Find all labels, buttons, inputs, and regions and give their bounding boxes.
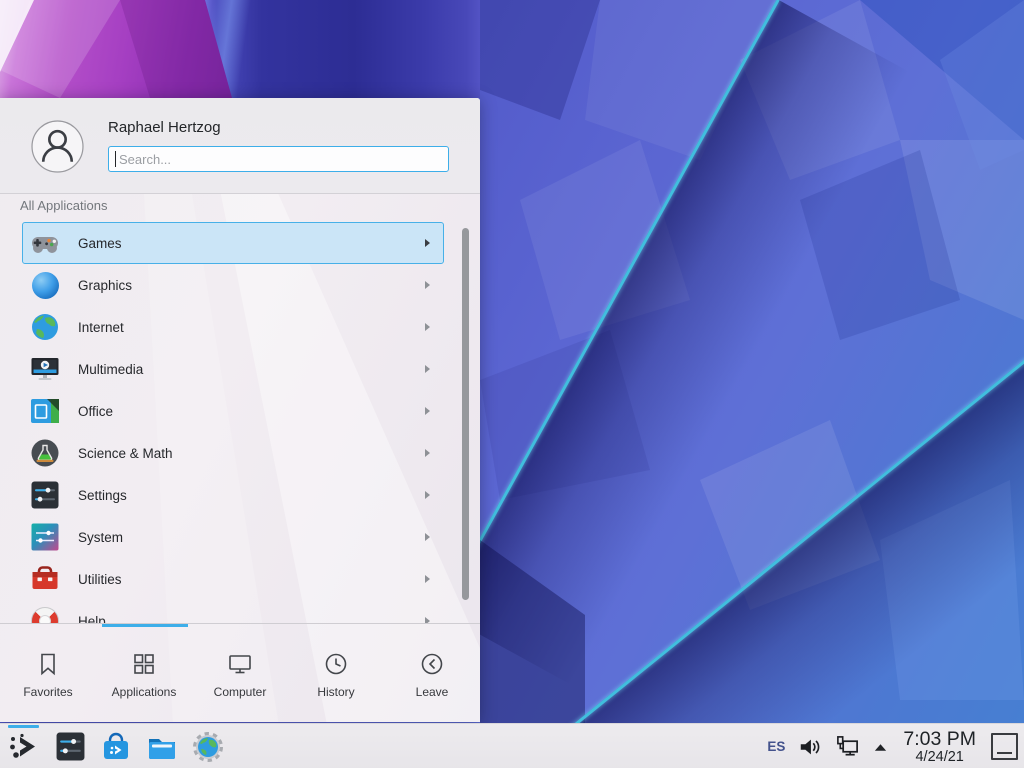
list-scrollbar[interactable] <box>462 228 469 600</box>
sliders-color-icon <box>30 522 60 552</box>
tab-label: Favorites <box>23 685 72 699</box>
digital-clock[interactable]: 7:03 PM 4/24/21 <box>903 729 976 765</box>
lifebuoy-icon <box>30 606 60 623</box>
category-office[interactable]: Office <box>22 390 444 432</box>
discover-bag-icon <box>100 731 132 763</box>
category-internet[interactable]: Internet <box>22 306 444 348</box>
monitor-icon <box>227 651 253 677</box>
system-tray: ES 7:03 PM 4/24/21 <box>767 724 1018 768</box>
bookmark-icon <box>35 651 61 677</box>
search-input[interactable] <box>109 147 448 171</box>
tab-computer[interactable]: Computer <box>192 627 288 722</box>
category-system[interactable]: System <box>22 516 444 558</box>
submenu-arrow-icon <box>425 407 430 415</box>
category-label: Help <box>78 614 106 624</box>
submenu-arrow-icon <box>425 449 430 457</box>
submenu-arrow-icon <box>425 281 430 289</box>
category-science-math[interactable]: Science & Math <box>22 432 444 474</box>
category-games[interactable]: Games <box>22 222 444 264</box>
application-category-list: Games Graphics Internet <box>0 222 456 623</box>
network-icon[interactable] <box>835 734 860 759</box>
category-label: Utilities <box>78 572 122 587</box>
submenu-arrow-icon <box>425 239 430 247</box>
document-icon <box>30 396 60 426</box>
clock-icon <box>323 651 349 677</box>
kickoff-menu-button[interactable] <box>8 731 40 763</box>
globe-icon <box>30 312 60 342</box>
category-label: Games <box>78 236 122 251</box>
submenu-arrow-icon <box>425 575 430 583</box>
expand-arrow-icon[interactable] <box>873 742 888 752</box>
toolbox-icon <box>30 564 60 594</box>
submenu-arrow-icon <box>425 533 430 541</box>
submenu-arrow-icon <box>425 365 430 373</box>
monitor-play-icon <box>30 354 60 384</box>
category-graphics[interactable]: Graphics <box>22 264 444 306</box>
category-multimedia[interactable]: Multimedia <box>22 348 444 390</box>
tab-history[interactable]: History <box>288 627 384 722</box>
browser-globe-gear-icon <box>192 731 224 763</box>
tab-separator <box>0 623 480 624</box>
submenu-arrow-icon <box>425 323 430 331</box>
kickoff-launcher-panel: Raphael Hertzog All Applications <box>0 98 480 722</box>
search-field[interactable] <box>108 146 449 172</box>
system-settings-icon <box>55 731 86 762</box>
volume-icon[interactable] <box>798 735 822 759</box>
tab-leave[interactable]: Leave <box>384 627 480 722</box>
discover-button[interactable] <box>100 731 132 763</box>
keyboard-layout-indicator[interactable]: ES <box>767 739 785 754</box>
tab-label: Applications <box>112 685 177 699</box>
gamepad-icon <box>30 228 60 258</box>
category-label: Multimedia <box>78 362 143 377</box>
clock-time: 7:03 PM <box>903 729 976 750</box>
category-label: System <box>78 530 123 545</box>
sliders-dark-icon <box>30 480 60 510</box>
user-avatar-icon <box>31 120 84 173</box>
section-label: All Applications <box>20 198 107 213</box>
show-desktop-button[interactable] <box>991 733 1018 760</box>
flask-icon <box>30 438 60 468</box>
blue-sphere-icon <box>30 270 60 300</box>
tab-label: Computer <box>214 685 267 699</box>
category-settings[interactable]: Settings <box>22 474 444 516</box>
submenu-arrow-icon <box>425 491 430 499</box>
dolphin-file-manager-button[interactable] <box>146 731 178 763</box>
system-settings-button[interactable] <box>54 731 86 763</box>
clock-date: 4/24/21 <box>915 750 963 765</box>
category-label: Graphics <box>78 278 132 293</box>
tab-applications[interactable]: Applications <box>96 627 192 722</box>
desktop: Raphael Hertzog All Applications <box>0 0 1024 768</box>
category-utilities[interactable]: Utilities <box>22 558 444 600</box>
tab-favorites[interactable]: Favorites <box>0 627 96 722</box>
launcher-footer-tabs: Favorites Applications Computer <box>0 627 480 722</box>
launcher-header: Raphael Hertzog <box>0 98 480 194</box>
category-label: Science & Math <box>78 446 173 461</box>
tab-label: History <box>317 685 354 699</box>
tab-label: Leave <box>416 685 449 699</box>
category-label: Internet <box>78 320 124 335</box>
grid-icon <box>131 651 157 677</box>
category-label: Settings <box>78 488 127 503</box>
leave-circle-icon <box>419 651 445 677</box>
web-browser-button[interactable] <box>192 731 224 763</box>
kickoff-icon <box>8 731 40 763</box>
folder-icon <box>146 731 178 763</box>
category-label: Office <box>78 404 113 419</box>
taskbar-launchers <box>8 724 224 768</box>
category-help[interactable]: Help <box>22 600 444 623</box>
user-name: Raphael Hertzog <box>108 119 221 136</box>
taskbar-panel: ES 7:03 PM 4/24/21 <box>0 723 1024 768</box>
